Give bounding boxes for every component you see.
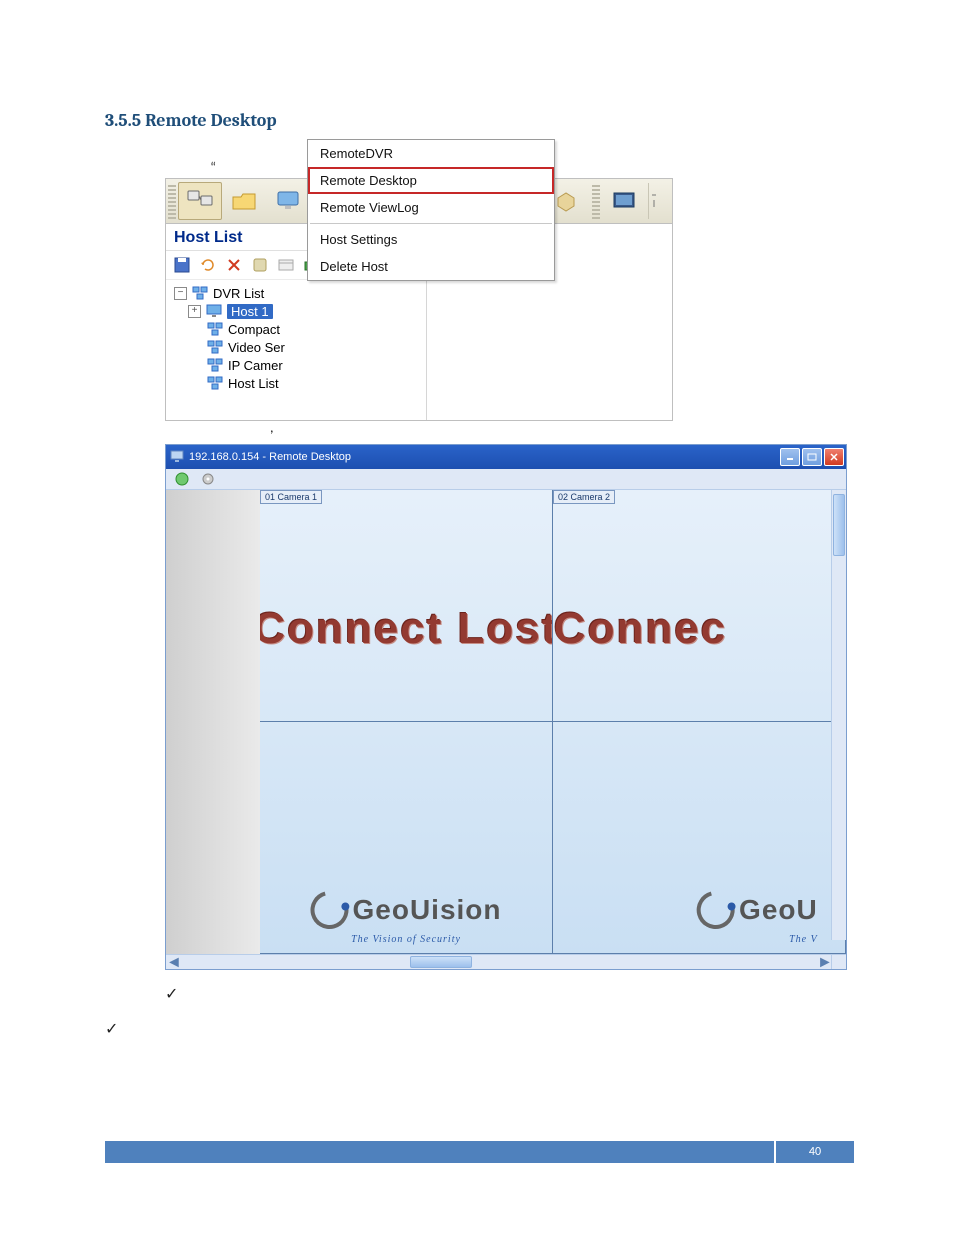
tree-hostlist-label: Host List: [228, 376, 279, 391]
tool-monitor-icon[interactable]: [266, 182, 310, 220]
camera-1-status: Connect Lost: [260, 604, 553, 654]
panel-title: Host List: [174, 229, 242, 247]
tree-compact-label: Compact: [228, 322, 280, 337]
rd-vscroll-handle[interactable]: [833, 494, 845, 556]
tool-hosts-icon[interactable]: [178, 182, 222, 220]
rd-vertical-scrollbar[interactable]: [831, 490, 846, 940]
camera-2-status: Connec: [554, 604, 727, 654]
rd-hscroll-handle[interactable]: [410, 956, 472, 968]
figure1-trailing-comma: ,: [270, 419, 854, 436]
window-close-button[interactable]: [824, 448, 844, 466]
window-title: 192.168.0.154 - Remote Desktop: [189, 451, 351, 463]
figure-hostlist-panel: Host List: [165, 178, 673, 421]
group-icon: [206, 339, 224, 355]
mini-delete-icon[interactable]: [224, 255, 244, 275]
window-maximize-button[interactable]: [802, 448, 822, 466]
tree-root-label: DVR List: [213, 286, 264, 301]
camera-tile-4: GeoU The V: [552, 721, 846, 954]
rd-gear-icon[interactable]: [198, 469, 218, 489]
note-1: ✓: [165, 988, 854, 1005]
tree-host1-label: Host 1: [227, 304, 273, 319]
camera-1-label: 01 Camera 1: [260, 490, 322, 504]
toolbar-grip-3: [592, 183, 600, 219]
window-titlebar: 192.168.0.154 - Remote Desktop: [166, 445, 846, 469]
checkmark-icon: ✓: [165, 988, 178, 1002]
brand-text-short: GeoU: [739, 894, 818, 926]
page-number: 40: [774, 1141, 854, 1163]
window-minimize-button[interactable]: [780, 448, 800, 466]
tool-folder-icon[interactable]: [222, 182, 266, 220]
mini-card-icon[interactable]: [276, 255, 296, 275]
tree-host1[interactable]: + Host 1: [170, 302, 426, 320]
menu-remotedesktop[interactable]: Remote Desktop: [308, 167, 554, 194]
logo-mark-icon: [304, 884, 356, 936]
tree-ipcamer[interactable]: IP Camer: [170, 356, 426, 374]
rd-left-gutter: [166, 490, 260, 954]
logo-mark-icon: [690, 884, 742, 936]
brand-logo-2: GeoU The V: [697, 891, 818, 945]
rd-camera-grid: 01 Camera 1 Connect Lost 02 Camera 2 Con…: [260, 490, 846, 954]
checkmark-icon: ✓: [105, 1023, 118, 1037]
tree-ipcamer-label: IP Camer: [228, 358, 283, 373]
tree-hostlist[interactable]: Host List: [170, 374, 426, 392]
mini-save-icon[interactable]: [172, 255, 192, 275]
rd-globe-icon[interactable]: [172, 469, 192, 489]
group-icon: [191, 285, 209, 301]
menu-remoteviewlog[interactable]: Remote ViewLog: [308, 194, 554, 221]
toolbar-overflow-icon[interactable]: [648, 183, 659, 219]
section-heading: 3.5.5 Remote Desktop: [105, 110, 854, 131]
menu-remotedvr[interactable]: RemoteDVR: [308, 140, 554, 167]
tree-videoser[interactable]: Video Ser: [170, 338, 426, 356]
collapse-icon[interactable]: −: [174, 287, 187, 300]
group-icon: [206, 357, 224, 373]
rd-hscroll-right-icon[interactable]: ►: [817, 953, 831, 972]
note-2-text: [132, 1023, 135, 1040]
footer-bar: [105, 1141, 774, 1163]
group-icon: [206, 375, 224, 391]
rd-app-toolbar: [166, 469, 846, 490]
tree-root[interactable]: − DVR List: [170, 284, 426, 302]
rd-viewport: 01 Camera 1 Connect Lost 02 Camera 2 Con…: [166, 490, 846, 954]
page-footer: 40: [105, 1141, 854, 1163]
open-quote: “: [210, 159, 216, 176]
monitor-icon: [205, 303, 223, 319]
tool-screen-icon[interactable]: [602, 182, 646, 220]
camera-2-label: 02 Camera 2: [553, 490, 615, 504]
mini-refresh-icon[interactable]: [198, 255, 218, 275]
brand-text-full: GeoUision: [352, 894, 501, 926]
tree-videoser-label: Video Ser: [228, 340, 285, 355]
toolbar-grip: [168, 183, 176, 219]
note-1-text: [192, 988, 195, 1005]
menu-separator: [310, 223, 552, 224]
context-menu: RemoteDVR Remote Desktop Remote ViewLog …: [307, 139, 555, 281]
brand-tagline-full: The Vision of Security: [310, 934, 501, 945]
brand-logo-1: GeoUision The Vision of Security: [310, 891, 501, 945]
brand-tagline-short: The V: [697, 934, 818, 945]
camera-tile-2: 02 Camera 2 Connec: [552, 490, 846, 722]
camera-tile-3: GeoUision The Vision of Security: [260, 721, 553, 954]
tree-compact[interactable]: Compact: [170, 320, 426, 338]
rd-horizontal-scrollbar[interactable]: ◄ ►: [166, 954, 846, 969]
group-icon: [206, 321, 224, 337]
window-app-icon: [170, 448, 184, 467]
note-2: ✓: [105, 1023, 854, 1040]
camera-tile-1: 01 Camera 1 Connect Lost: [260, 490, 553, 722]
figure-remote-desktop-window: 192.168.0.154 - Remote Desktop 01 Camera…: [165, 444, 847, 970]
mini-scroll-icon[interactable]: [250, 255, 270, 275]
rd-resize-grip[interactable]: [831, 955, 846, 969]
expand-icon[interactable]: +: [188, 305, 201, 318]
menu-hostsettings[interactable]: Host Settings: [308, 226, 554, 253]
host-tree: − DVR List + Host 1 Compact: [166, 280, 426, 420]
rd-hscroll-left-icon[interactable]: ◄: [166, 953, 180, 972]
menu-deletehost[interactable]: Delete Host: [308, 253, 554, 280]
